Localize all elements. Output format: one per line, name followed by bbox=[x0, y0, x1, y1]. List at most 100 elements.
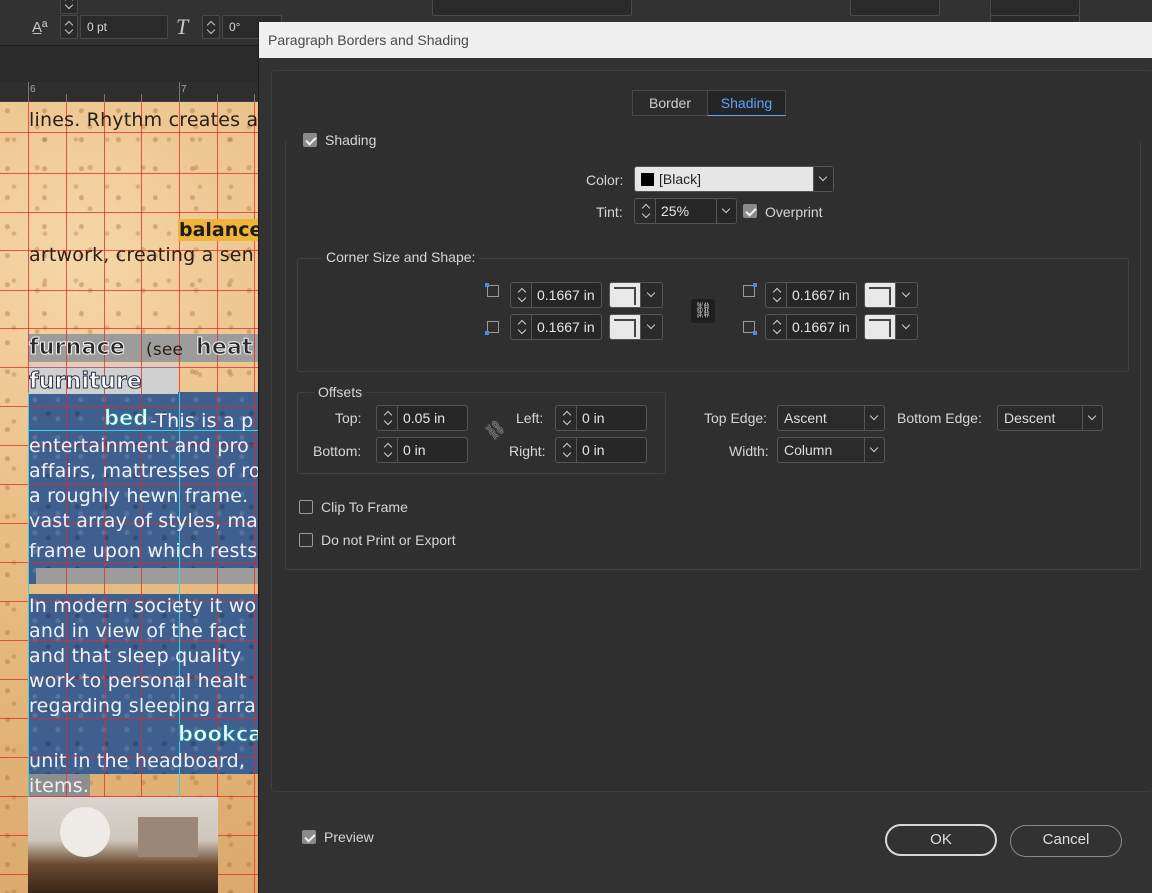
skew-stepper[interactable] bbox=[202, 15, 220, 39]
offset-left-stepper[interactable] bbox=[555, 405, 577, 431]
chevron-down-icon[interactable] bbox=[641, 314, 663, 340]
chevron-down-icon bbox=[864, 406, 884, 430]
document-text-line: affairs, mattresses of ro bbox=[29, 460, 258, 482]
tint-stepper[interactable] bbox=[634, 198, 656, 224]
chevron-down-icon bbox=[813, 167, 833, 191]
color-value: [Black] bbox=[659, 171, 702, 187]
bottom-edge-value: Descent bbox=[1004, 410, 1056, 426]
bottom-edge-label: Bottom Edge: bbox=[897, 410, 982, 426]
index-keyword: balance bbox=[178, 219, 258, 241]
top-right-corner-field[interactable]: 0.1667 in bbox=[787, 282, 857, 308]
top-edge-value: Ascent bbox=[784, 410, 827, 426]
offset-top-field[interactable]: 0.05 in bbox=[398, 405, 468, 431]
bottom-left-corner-shape[interactable] bbox=[609, 314, 641, 340]
cancel-button[interactable]: Cancel bbox=[1010, 825, 1122, 857]
toolbar-field-2[interactable] bbox=[850, 0, 940, 16]
toolbar-field[interactable] bbox=[432, 0, 632, 16]
document-text-line: In modern society it wo bbox=[29, 595, 257, 617]
chevron-down-icon bbox=[716, 199, 736, 223]
index-keyword: furniture bbox=[28, 369, 143, 395]
document-text-line: and that sleep quality bbox=[29, 645, 242, 667]
bottom-right-corner-stepper[interactable] bbox=[765, 314, 787, 340]
bottom-right-corner-shape[interactable] bbox=[864, 314, 896, 340]
document-text-line: regarding sleeping arra bbox=[29, 695, 256, 717]
top-edge-dropdown[interactable]: Ascent bbox=[777, 405, 885, 431]
document-text-line: frame upon which rests bbox=[29, 540, 258, 562]
offset-bottom-stepper[interactable] bbox=[376, 437, 398, 463]
top-right-corner-shape[interactable] bbox=[864, 282, 896, 308]
width-dropdown[interactable]: Column bbox=[777, 437, 885, 463]
do-not-print-checkbox[interactable] bbox=[299, 533, 313, 547]
paragraph-borders-shading-dialog: Paragraph Borders and Shading Border Sha… bbox=[258, 22, 1152, 893]
horizontal-ruler: 6 7 bbox=[0, 82, 258, 102]
room-photo[interactable] bbox=[28, 797, 218, 893]
offset-left-label: Left: bbox=[516, 410, 544, 426]
offset-bottom-field[interactable]: 0 in bbox=[398, 437, 468, 463]
tab-border[interactable]: Border bbox=[632, 90, 708, 116]
preview-label: Preview bbox=[324, 829, 374, 845]
corner-heading: Corner Size and Shape: bbox=[322, 249, 480, 265]
document-text-line: (see bbox=[146, 340, 184, 360]
chevron-down-icon bbox=[864, 438, 884, 462]
ok-button[interactable]: OK bbox=[885, 824, 997, 856]
chevron-down-icon[interactable] bbox=[896, 282, 918, 308]
bottom-left-corner-icon bbox=[485, 321, 499, 335]
do-not-print-label: Do not Print or Export bbox=[321, 532, 456, 548]
bottom-left-corner-field[interactable]: 0.1667 in bbox=[532, 314, 602, 340]
tint-value: 25% bbox=[661, 203, 690, 219]
chevron-down-icon bbox=[1082, 406, 1102, 430]
bottom-left-corner-stepper[interactable] bbox=[510, 314, 532, 340]
preview-checkbox[interactable] bbox=[302, 830, 316, 844]
link-corners-icon[interactable]: ⛓ bbox=[691, 299, 715, 323]
index-keyword: bed bbox=[103, 406, 149, 431]
dialog-titlebar[interactable]: Paragraph Borders and Shading bbox=[259, 22, 1152, 58]
bottom-edge-dropdown[interactable]: Descent bbox=[997, 405, 1103, 431]
document-text-line: artwork, creating a sen bbox=[29, 244, 254, 266]
tab-shading[interactable]: Shading bbox=[707, 90, 786, 116]
top-left-corner-icon bbox=[485, 283, 499, 297]
overprint-label: Overprint bbox=[765, 204, 823, 220]
chevron-down-icon[interactable] bbox=[896, 314, 918, 340]
top-left-corner-shape[interactable] bbox=[609, 282, 641, 308]
offset-top-stepper[interactable] bbox=[376, 405, 398, 431]
document-text-line: items. bbox=[29, 775, 90, 797]
bottom-right-corner-field[interactable]: 0.1667 in bbox=[787, 314, 857, 340]
document-text-line: work to personal healt bbox=[29, 670, 247, 692]
tracking-field[interactable]: 0 pt bbox=[80, 15, 168, 39]
tint-field[interactable]: 25% bbox=[655, 198, 737, 224]
top-left-corner-stepper[interactable] bbox=[510, 282, 532, 308]
clip-to-frame-checkbox[interactable] bbox=[299, 500, 313, 514]
clip-to-frame-label: Clip To Frame bbox=[321, 499, 408, 515]
chevron-down-icon[interactable] bbox=[641, 282, 663, 308]
color-swatch bbox=[641, 173, 654, 186]
toolbar-field-3[interactable] bbox=[990, 0, 1080, 16]
offset-right-field[interactable]: 0 in bbox=[577, 437, 647, 463]
toolbar-stepper[interactable] bbox=[60, 0, 78, 14]
document-text-line: vast array of styles, ma bbox=[29, 510, 258, 532]
overprint-checkbox[interactable] bbox=[743, 204, 757, 218]
offset-right-stepper[interactable] bbox=[555, 437, 577, 463]
tracking-stepper[interactable] bbox=[60, 15, 78, 39]
tint-label: Tint: bbox=[596, 204, 623, 220]
offsets-heading: Offsets bbox=[314, 384, 367, 400]
top-edge-label: Top Edge: bbox=[704, 410, 768, 426]
document-text-line: entertainment and pro bbox=[29, 435, 249, 457]
ruler-mark: 7 bbox=[181, 84, 187, 95]
color-label: Color: bbox=[586, 172, 624, 188]
offset-right-label: Right: bbox=[509, 443, 546, 459]
index-keyword: heat bbox=[196, 335, 254, 361]
color-dropdown[interactable]: [Black] bbox=[634, 166, 834, 192]
ruler-mark: 6 bbox=[30, 84, 36, 95]
bottom-right-corner-icon bbox=[743, 321, 757, 335]
width-label: Width: bbox=[729, 443, 769, 459]
top-right-corner-stepper[interactable] bbox=[765, 282, 787, 308]
document-text-line: a roughly hewn frame. bbox=[29, 485, 249, 507]
skew-icon: T bbox=[176, 14, 189, 39]
offset-left-field[interactable]: 0 in bbox=[577, 405, 647, 431]
document-canvas[interactable]: lines. Rhythm creates a balance artwork,… bbox=[0, 102, 258, 893]
shaded-band bbox=[36, 568, 258, 584]
top-left-corner-field[interactable]: 0.1667 in bbox=[532, 282, 602, 308]
document-text-line: unit in the headboard, bbox=[29, 750, 246, 772]
dialog-title: Paragraph Borders and Shading bbox=[268, 32, 469, 48]
index-keyword: bookca bbox=[177, 722, 258, 747]
